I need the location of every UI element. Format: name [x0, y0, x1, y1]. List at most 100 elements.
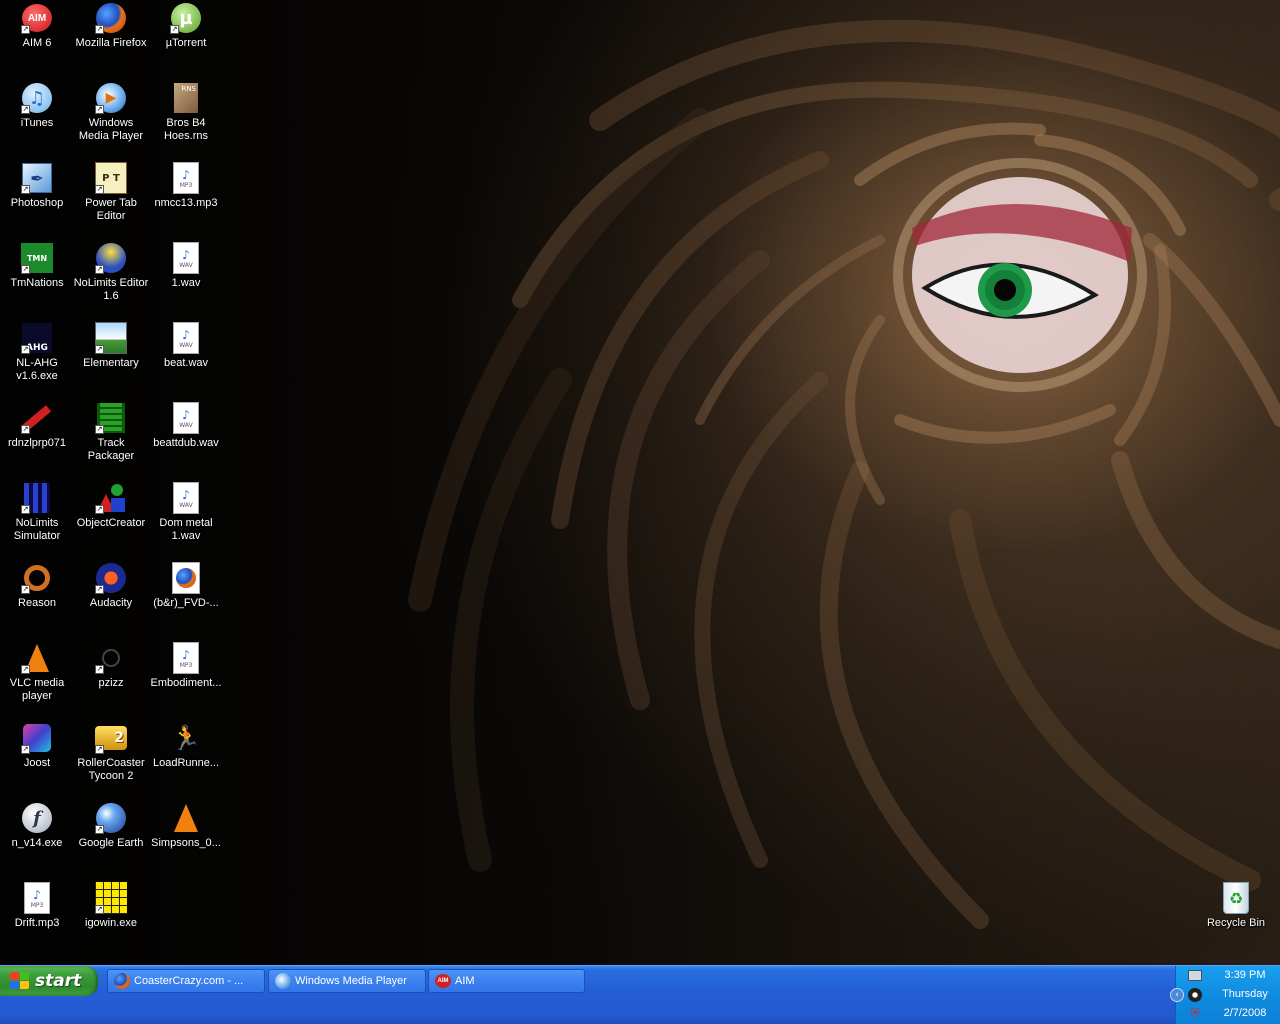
show-hidden-icons-chevron-icon[interactable]: ‹ — [1170, 988, 1184, 1002]
desktop-icon-vlc[interactable]: ↗ VLC media player — [0, 640, 75, 703]
clock-date: 2/7/2008 — [1223, 1007, 1267, 1019]
joost-icon: ↗ — [21, 722, 53, 754]
icon-label: iTunes — [20, 117, 54, 129]
icon-label: Elementary — [83, 357, 139, 369]
start-label: start — [35, 971, 82, 991]
desktop-icon-elementary[interactable]: ↗ Elementary — [73, 320, 149, 370]
recycle-bin-icon: ♻ — [1220, 882, 1252, 914]
wav-file-icon: ♪ WAV — [170, 242, 202, 274]
desktop-icon-rdnzlprp071[interactable]: ↗ rdnzlprp071 — [0, 400, 75, 450]
desktop-icon-wav-file-dom-metal[interactable]: ♪ WAV Dom metal 1.wav — [148, 480, 224, 543]
coaster-track-icon: ↗ — [21, 402, 53, 434]
desktop-icon-objectcreator[interactable]: ↗ ObjectCreator — [73, 480, 149, 530]
desktop-icon-wav-file-beattdub[interactable]: ♪ WAV beattdub.wav — [148, 400, 224, 450]
system-tray: ‹ ⛨ 3:39 PM Thursday 2/7/2008 — [1170, 966, 1280, 1024]
desktop-icon-rollercoaster-tycoon[interactable]: 2 ↗ RollerCoaster Tycoon 2 — [73, 720, 149, 783]
desktop-icon-flash-installer[interactable]: f n_v14.exe — [0, 800, 75, 850]
desktop-icon-wmp[interactable]: ▶ ↗ Windows Media Player — [73, 80, 149, 143]
desktop-icon-rns-file[interactable]: RNS Bros B4 Hoes.rns — [148, 80, 224, 143]
vlc-cone-icon: ↗ — [21, 642, 53, 674]
runner-figure-icon: 🏃 — [171, 724, 201, 752]
icon-label: (b&r)_FVD-... — [153, 597, 219, 609]
icon-label: 1.wav — [171, 277, 201, 289]
nl-ahg-icon: AHG ↗ — [21, 322, 53, 354]
icon-label: nmcc13.mp3 — [154, 197, 218, 209]
desktop-icon-wav-file-beat[interactable]: ♪ WAV beat.wav — [148, 320, 224, 370]
desktop-icon-itunes[interactable]: ♫ ↗ iTunes — [0, 80, 75, 130]
elementary-icon: ↗ — [95, 322, 127, 354]
desktop-icon-mp3-embodiment[interactable]: ♪ MP3 Embodiment... — [148, 640, 224, 690]
desktop-icon-recycle-bin[interactable]: ♻ Recycle Bin — [1198, 880, 1274, 930]
desktop-icon-mp3-file[interactable]: ♪ MP3 nmcc13.mp3 — [148, 160, 224, 210]
track-packager-icon: ↗ — [95, 402, 127, 434]
icon-label: NoLimits Simulator — [13, 517, 61, 542]
firefox-document-icon — [170, 562, 202, 594]
tmnations-icon: TMN ↗ — [21, 242, 53, 274]
desktop-icon-nolimits-editor[interactable]: ↗ NoLimits Editor 1.6 — [73, 240, 149, 303]
firefox-icon — [114, 973, 130, 989]
audacity-headphones-icon: ↗ — [95, 562, 127, 594]
desktop-icon-wav-file-1[interactable]: ♪ WAV 1.wav — [148, 240, 224, 290]
mp3-file-icon: ♪ MP3 — [170, 642, 202, 674]
wmp-icon — [275, 973, 291, 989]
desktop-icon-fvd-file[interactable]: (b&r)_FVD-... — [148, 560, 224, 610]
icon-label: Google Earth — [78, 837, 144, 849]
icon-label: VLC media player — [9, 677, 65, 702]
volume-icon[interactable] — [1188, 988, 1202, 1002]
desktop-icon-loadrunner[interactable]: 🏃 LoadRunne... — [148, 720, 224, 770]
icon-label: AIM 6 — [22, 37, 52, 49]
desktop-icon-joost[interactable]: ↗ Joost — [0, 720, 75, 770]
icon-label: Audacity — [89, 597, 133, 609]
icon-label: Simpsons_0... — [151, 837, 221, 849]
wmp-icon: ▶ ↗ — [95, 82, 127, 114]
desktop-icon-reason[interactable]: ↗ Reason — [0, 560, 75, 610]
taskbar-button-label: CoasterCrazy.com - ... — [134, 975, 244, 987]
wav-file-icon: ♪ WAV — [170, 482, 202, 514]
flash-icon: f — [21, 802, 53, 834]
icon-label: Dom metal 1.wav — [159, 517, 213, 542]
icon-label: rdnzlprp071 — [7, 437, 67, 449]
power-tab-icon: P T ↗ — [95, 162, 127, 194]
aim-icon: AIM ↗ — [21, 2, 53, 34]
desktop-icon-google-earth[interactable]: ↗ Google Earth — [73, 800, 149, 850]
taskbar-button-label: Windows Media Player — [295, 975, 407, 987]
desktop-icon-igowin[interactable]: ↗ igowin.exe — [73, 880, 149, 930]
clock-day: Thursday — [1222, 988, 1268, 1000]
desktop-icon-pzizz[interactable]: ↗ pzizz — [73, 640, 149, 690]
desktop-icon-firefox[interactable]: ↗ Mozilla Firefox — [73, 0, 149, 50]
icon-label: n_v14.exe — [11, 837, 63, 849]
icon-label: Mozilla Firefox — [75, 37, 147, 49]
icon-label: NL-AHG v1.6.exe — [16, 357, 58, 382]
utorrent-icon: µ ↗ — [170, 2, 202, 34]
taskbar-button-label: AIM — [455, 975, 475, 987]
desktop-icon-power-tab[interactable]: P T ↗ Power Tab Editor — [73, 160, 149, 223]
desktop-icon-drift-mp3[interactable]: ♪ MP3 Drift.mp3 — [0, 880, 75, 930]
desktop-icon-utorrent[interactable]: µ ↗ µTorrent — [148, 0, 224, 50]
itunes-icon: ♫ ↗ — [21, 82, 53, 114]
desktop-icon-track-packager[interactable]: ↗ Track Packager — [73, 400, 149, 463]
icon-label: Track Packager — [87, 437, 135, 462]
desktop-icon-audacity[interactable]: ↗ Audacity — [73, 560, 149, 610]
desktop-icon-aim[interactable]: AIM ↗ AIM 6 — [0, 0, 75, 50]
taskbar-button-aim[interactable]: AIM AIM — [428, 969, 585, 993]
desktop-icon-nl-ahg[interactable]: AHG ↗ NL-AHG v1.6.exe — [0, 320, 75, 383]
desktop-icon-nolimits-simulator[interactable]: ↗ NoLimits Simulator — [0, 480, 75, 543]
vlc-cone-icon — [170, 802, 202, 834]
windows-flag-icon — [10, 972, 30, 990]
network-monitor-icon[interactable] — [1188, 970, 1202, 984]
icon-label: Bros B4 Hoes.rns — [163, 117, 209, 142]
rct2-icon: 2 ↗ — [95, 722, 127, 754]
desktop-icon-photoshop[interactable]: ✒ ↗ Photoshop — [0, 160, 75, 210]
nolimits-editor-icon: ↗ — [95, 242, 127, 274]
icon-label: µTorrent — [165, 37, 207, 49]
rns-file-icon: RNS — [170, 82, 202, 114]
icon-label: Embodiment... — [150, 677, 222, 689]
objectcreator-shapes-icon: ↗ — [95, 482, 127, 514]
taskbar-button-windows-media-player[interactable]: Windows Media Player — [268, 969, 426, 993]
desktop-icon-simpsons-video[interactable]: Simpsons_0... — [148, 800, 224, 850]
clock-time[interactable]: 3:39 PM — [1210, 969, 1280, 981]
start-button[interactable]: start — [0, 966, 98, 996]
security-shield-icon[interactable]: ⛨ — [1188, 1006, 1202, 1020]
taskbar-button-coastercrazy[interactable]: CoasterCrazy.com - ... — [107, 969, 265, 993]
desktop-icon-tmnations[interactable]: TMN ↗ TmNations — [0, 240, 75, 290]
